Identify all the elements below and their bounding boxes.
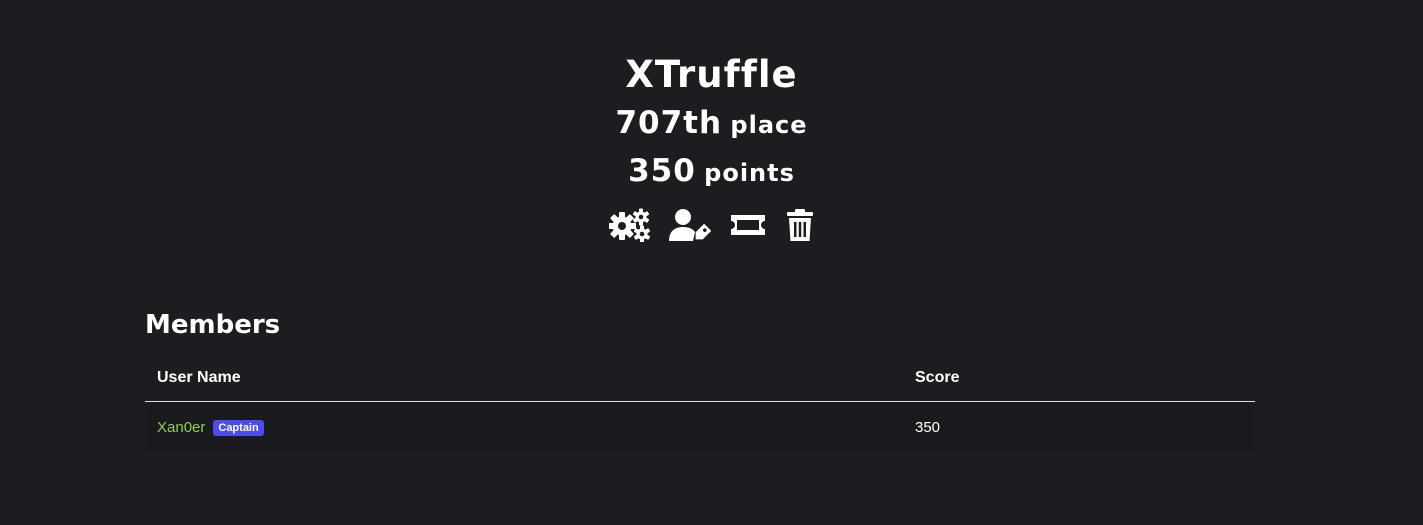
team-points: 350 points	[0, 148, 1423, 196]
member-score-cell: 350	[903, 401, 1255, 452]
member-name-cell: Xan0er Captain	[145, 401, 903, 452]
team-name: XTruffle	[625, 53, 798, 96]
points-number: 350	[628, 153, 696, 189]
captain-badge: Captain	[213, 419, 264, 436]
team-actions	[0, 206, 1423, 244]
column-header-score: Score	[903, 355, 1255, 402]
place-number: 707th	[615, 105, 723, 141]
members-title: Members	[145, 310, 281, 340]
table-row: Xan0er Captain 350	[145, 401, 1255, 452]
team-header: XTruffle 707th place 350 points	[0, 50, 1423, 244]
ticket-icon[interactable]	[729, 208, 767, 242]
column-header-user-name: User Name	[145, 355, 903, 402]
user-tag-icon[interactable]	[668, 208, 711, 242]
members-table: User Name Score Xan0er Captain 350	[145, 355, 1255, 452]
trash-icon[interactable]	[785, 208, 815, 242]
team-place: 707th place	[0, 100, 1423, 148]
table-header-row: User Name Score	[145, 355, 1255, 402]
members-section: Members User Name Score Xan0er Captain 35…	[145, 305, 1255, 452]
points-label: points	[704, 159, 795, 187]
place-label: place	[730, 111, 808, 139]
gears-icon[interactable]	[608, 208, 651, 242]
member-name-link[interactable]: Xan0er	[157, 419, 205, 436]
